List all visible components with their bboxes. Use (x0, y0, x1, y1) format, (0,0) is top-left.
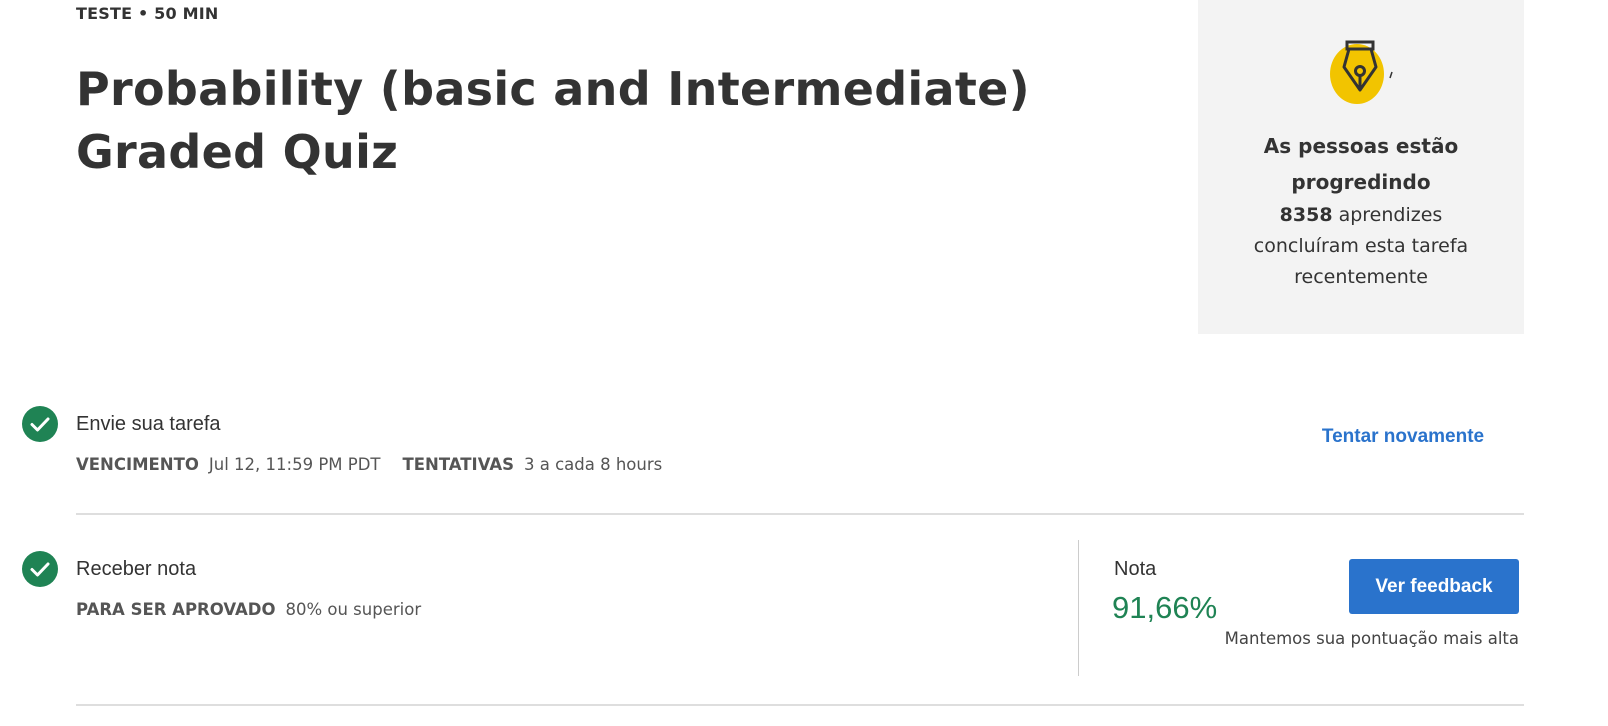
pass-label: PARA SER APROVADO (76, 600, 276, 619)
progress-card: As pessoas estão progredindo 8358 aprend… (1198, 0, 1524, 334)
grade-complete-check-icon (22, 551, 58, 587)
attempts-label: TENTATIVAS (402, 455, 515, 474)
grade-label: Nota (1114, 558, 1157, 580)
trophy-pen-icon (1328, 34, 1398, 110)
progress-heading-line2: progredindo (1291, 170, 1431, 194)
pass-value: 80% ou superior (285, 600, 422, 619)
progress-heading-line1: As pessoas estão (1263, 134, 1459, 158)
grade-step-title: Receber nota (76, 558, 197, 580)
view-feedback-button[interactable]: Ver feedback (1349, 559, 1519, 614)
vertical-divider (1078, 540, 1079, 676)
grade-value: 91,66% (1112, 590, 1218, 625)
progress-text-line3: recentemente (1294, 266, 1428, 288)
learner-count-suffix: aprendizes (1332, 204, 1443, 226)
progress-heading: As pessoas estão progredindo (1198, 128, 1524, 200)
item-meta: TESTE • 50 MIN (76, 4, 219, 23)
divider (76, 704, 1524, 706)
highest-score-note: Mantemos sua pontuação mais alta (1224, 629, 1519, 648)
due-value: Jul 12, 11:59 PM PDT (208, 455, 381, 474)
divider (76, 513, 1524, 515)
submit-step-meta: VENCIMENTO Jul 12, 11:59 PM PDT TENTATIVAS… (76, 455, 662, 474)
learner-count: 8358 (1279, 204, 1333, 226)
attempts-value: 3 a cada 8 hours (524, 455, 663, 474)
grade-step-meta: PARA SER APROVADO 80% ou superior (76, 600, 421, 619)
retry-link[interactable]: Tentar novamente (1308, 426, 1498, 448)
page-title: Probability (basic and Intermediate) Gra… (76, 62, 1030, 179)
submit-complete-check-icon (22, 406, 58, 442)
submit-step-title: Envie sua tarefa (76, 413, 221, 435)
due-label: VENCIMENTO (76, 455, 199, 474)
progress-text-line2: concluíram esta tarefa (1253, 235, 1469, 257)
progress-text: 8358 aprendizes concluíram esta tarefa r… (1198, 200, 1524, 293)
